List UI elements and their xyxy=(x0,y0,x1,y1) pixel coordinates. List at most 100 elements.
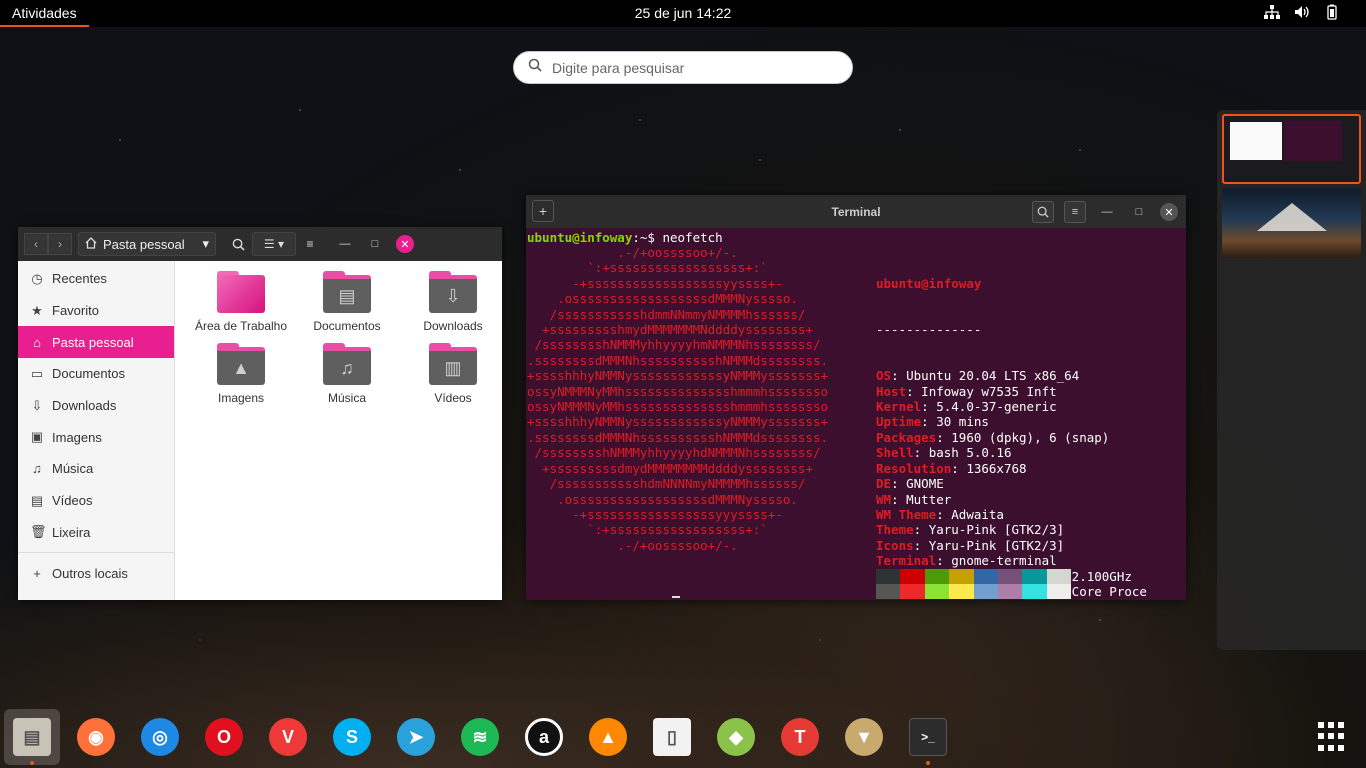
info-value: gnome-terminal xyxy=(951,553,1057,569)
ubuntu-ascii-logo: .-/+oossssoo+/-. `:+ssssssssssssssssss+:… xyxy=(527,245,828,553)
terminal-output[interactable]: ubuntu@infoway:~$ neofetch .-/+oossssoo+… xyxy=(526,228,1186,600)
sidebar-item-recentes[interactable]: ◷ Recentes xyxy=(18,263,174,295)
dock-app-terminal[interactable]: >_ xyxy=(900,709,956,765)
path-bar-button[interactable]: Pasta pessoal ▾ xyxy=(78,232,216,256)
chevron-down-icon: ▾ xyxy=(278,237,285,251)
dock-app-spotify[interactable]: ≋ xyxy=(452,709,508,765)
terminal-menu-button[interactable]: ≡ xyxy=(1064,201,1086,223)
ascii-logo-line: /ssssssssssshdmmNNmmyNMMMMhssssss/ xyxy=(527,306,806,322)
clock-label[interactable]: 25 de jun 14:22 xyxy=(635,5,732,21)
sidebar-item-imagens[interactable]: ▣ Imagens xyxy=(18,421,174,453)
folder-documentos[interactable]: ▤ Documentos xyxy=(294,271,400,333)
battery-icon[interactable] xyxy=(1324,4,1340,20)
system-tray[interactable] xyxy=(1264,4,1340,20)
back-button[interactable]: ‹ xyxy=(24,233,48,255)
new-tab-button[interactable]: + xyxy=(532,200,554,222)
ascii-logo-line: .ossssssssssssssssssdMMMNysssso. xyxy=(527,291,798,307)
palette-swatch xyxy=(1046,569,1072,584)
video-icon: ▤ xyxy=(30,492,44,508)
palette-swatch xyxy=(973,584,998,599)
info-value: Yaru-Pink [GTK2/3] xyxy=(928,537,1065,553)
dock-app-3d-app[interactable]: ◆ xyxy=(708,709,764,765)
minimize-button[interactable]: — xyxy=(336,235,354,253)
color-palette xyxy=(876,569,1072,599)
terminal-maximize-button[interactable]: □ xyxy=(1128,201,1150,223)
dock-app-telegram[interactable]: ➤ xyxy=(388,709,444,765)
sidebar-item-lixeira[interactable]: 🗑 Lixeira xyxy=(18,517,174,549)
network-icon[interactable] xyxy=(1264,4,1280,20)
hamburger-icon: ≡ xyxy=(1071,206,1079,218)
typora-icon: T xyxy=(781,718,819,756)
prompt-line: ubuntu@infoway:~$ neofetch xyxy=(527,230,1186,245)
star-icon: ★ xyxy=(31,302,43,318)
dock-app-anydesk[interactable]: a xyxy=(516,709,572,765)
info-line: Host: Infoway w7535 Inft xyxy=(876,383,1057,399)
info-value: 30 mins xyxy=(936,414,989,430)
dock-app-opera[interactable]: O xyxy=(196,709,252,765)
places-sidebar: ◷ Recentes ★ Favorito ⌂ Pasta pessoal ▭ Docu… xyxy=(18,261,175,600)
info-value: 5.4.0-37-generic xyxy=(936,399,1057,415)
dock-app-vlc[interactable]: ▲ xyxy=(580,709,636,765)
opera-icon: O xyxy=(205,718,243,756)
folder-musica[interactable]: ♫ Música xyxy=(294,343,400,405)
terminal-close-button[interactable]: ✕ xyxy=(1160,203,1178,221)
dock-app-skype[interactable]: S xyxy=(324,709,380,765)
dock-app-typora[interactable]: T xyxy=(772,709,828,765)
palette-swatch xyxy=(900,584,925,599)
firefox-icon: ◉ xyxy=(77,718,115,756)
folder-grid: Área de Trabalho ▤ Documentos ⇩ Download… xyxy=(188,271,498,405)
ascii-logo-line: +sssshhhyNMMNyssssssssssssyNMMMysssssss+ xyxy=(527,368,829,384)
menu-button[interactable]: ≡ xyxy=(298,232,322,256)
vlc-icon: ▲ xyxy=(589,718,627,756)
dock-app-files[interactable]: ▤ xyxy=(4,709,60,765)
info-value: 1960 (dpkg), 6 (snap) xyxy=(951,429,1110,445)
workspace-2-wallpaper-peak xyxy=(1257,203,1327,231)
archive-manager-icon: ▼ xyxy=(845,718,883,756)
info-value: Mutter xyxy=(906,491,952,507)
prompt-command: :~$ neofetch xyxy=(632,230,723,245)
ascii-logo-line: .ssssssssdMMMNhsssssssssshNMMMdssssssss. xyxy=(527,429,829,445)
dock-app-text-editor[interactable]: ▯ xyxy=(644,709,700,765)
workspace-2-thumbnail[interactable] xyxy=(1222,188,1361,258)
sidebar-item-downloads[interactable]: ⇩ Downloads xyxy=(18,390,174,422)
info-line: Shell: bash 5.0.16 xyxy=(876,445,1012,461)
maximize-button[interactable]: □ xyxy=(366,235,384,253)
palette-swatch xyxy=(876,584,901,599)
folder-downloads[interactable]: ⇩ Downloads xyxy=(400,271,506,333)
search-input[interactable] xyxy=(552,59,832,76)
clock: 25 de jun 14:22 xyxy=(0,5,1366,21)
file-manager-headerbar: ‹ › Pasta pessoal ▾ ☰ ▾ ≡ — □ ✕ xyxy=(18,227,502,261)
dock-app-firefox[interactable]: ◉ xyxy=(68,709,124,765)
volume-icon[interactable] xyxy=(1294,4,1310,20)
show-applications-button[interactable] xyxy=(1318,722,1348,752)
terminal-search-button[interactable] xyxy=(1032,201,1054,223)
dock-app-archive-manager[interactable]: ▼ xyxy=(836,709,892,765)
file-manager-window[interactable]: ‹ › Pasta pessoal ▾ ☰ ▾ ≡ — □ ✕ ◷ Recente… xyxy=(18,227,502,600)
sidebar-item-outros-locais[interactable]: + Outros locais xyxy=(18,557,174,589)
workspace-1-thumbnail[interactable] xyxy=(1222,114,1361,184)
3d-app-icon: ◆ xyxy=(717,718,755,756)
folder-area-de-trabalho[interactable]: Área de Trabalho xyxy=(188,271,294,333)
sidebar-item-musica[interactable]: ♫ Música xyxy=(18,453,174,485)
ascii-logo-line: +sssshhhyNMMNyssssssssssssyNMMMysssssss+ xyxy=(527,414,829,430)
close-button[interactable]: ✕ xyxy=(396,235,414,253)
forward-button[interactable]: › xyxy=(48,233,72,255)
info-lines: OS: Ubuntu 20.04 LTS x86_64 Host: Infoway… xyxy=(876,368,1147,600)
activities-button[interactable]: Atividades xyxy=(0,0,89,27)
files-search-button[interactable] xyxy=(226,232,250,256)
terminal-window[interactable]: + Terminal ≡ — □ ✕ ubuntu@infoway:~$ neo… xyxy=(526,195,1186,600)
terminal-minimize-button[interactable]: — xyxy=(1096,201,1118,223)
navigation-buttons: ‹ › xyxy=(24,233,72,255)
sidebar-item-documentos[interactable]: ▭ Documentos xyxy=(18,358,174,390)
folder-videos[interactable]: ▥ Vídeos xyxy=(400,343,506,405)
sidebar-item-videos[interactable]: ▤ Vídeos xyxy=(18,485,174,517)
view-options-button[interactable]: ☰ ▾ xyxy=(252,232,296,256)
sidebar-item-favorito[interactable]: ★ Favorito xyxy=(18,295,174,327)
sidebar-item-pasta-pessoal[interactable]: ⌂ Pasta pessoal xyxy=(18,326,174,359)
folder-label: Imagens xyxy=(217,391,265,405)
search-box[interactable] xyxy=(513,51,853,84)
dock-app-chrome[interactable]: ◎ xyxy=(132,709,188,765)
list-view-icon: ☰ xyxy=(263,237,275,251)
folder-imagens[interactable]: ▲ Imagens xyxy=(188,343,294,405)
dock-app-vivaldi[interactable]: V xyxy=(260,709,316,765)
